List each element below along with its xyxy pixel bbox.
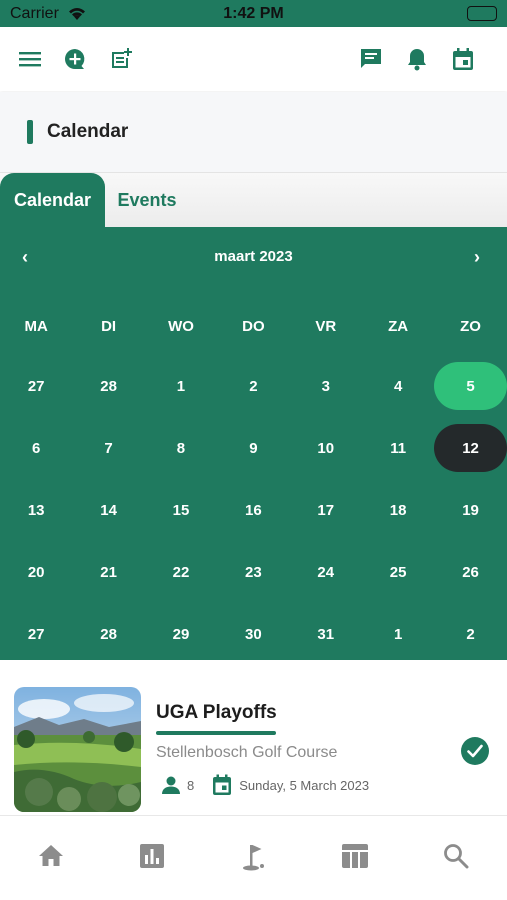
calendar-day[interactable]: 7	[72, 417, 144, 479]
bell-icon[interactable]	[405, 47, 429, 71]
calendar-week: 13 14 15 16 17 18 19	[0, 479, 507, 541]
calendar-week: 20 21 22 23 24 25 26	[0, 541, 507, 603]
calendar-grid: 27 28 1 2 3 4 5 6 7 8 9 10 11 12 13 14 1…	[0, 355, 507, 665]
person-icon	[161, 776, 181, 794]
calendar-day[interactable]: 25	[362, 541, 434, 603]
tab-bar: Calendar Events	[0, 172, 507, 228]
tab-events[interactable]: Events	[108, 173, 186, 228]
status-bar: Carrier 1:42 PM	[0, 0, 507, 27]
weekday-label: DI	[101, 318, 117, 335]
event-title: UGA Playoffs	[156, 702, 277, 723]
weekday-header: MA DI WO DO VR ZA ZO	[0, 318, 507, 335]
calendar-day[interactable]: 14	[72, 479, 144, 541]
calendar-day[interactable]: 28	[72, 355, 144, 417]
stats-icon	[139, 843, 165, 874]
event-date: Sunday, 5 March 2023	[239, 777, 370, 793]
event-meta: 8 Sunday, 5 March 2023	[161, 774, 369, 796]
battery-icon	[467, 6, 497, 21]
next-month-button[interactable]: ›	[474, 247, 480, 268]
calendar-day[interactable]: 30	[217, 603, 289, 665]
home-icon	[38, 843, 64, 872]
participant-count: 8	[187, 777, 195, 793]
calendar-day[interactable]: 2	[434, 603, 506, 665]
calendar-day[interactable]: 1	[362, 603, 434, 665]
calendar-day[interactable]: 9	[217, 417, 289, 479]
weekday-label: MA	[24, 318, 48, 335]
page-header: Calendar	[0, 92, 507, 172]
golf-course-image	[14, 687, 141, 812]
calendar-day[interactable]: 29	[145, 603, 217, 665]
calendar-day[interactable]: 15	[145, 479, 217, 541]
nav-home[interactable]	[0, 816, 101, 900]
calendar-week: 27 28 1 2 3 4 5	[0, 355, 507, 417]
calendar-day[interactable]: 21	[72, 541, 144, 603]
weekday-label: ZA	[388, 318, 409, 335]
event-card[interactable]: UGA Playoffs Stellenbosch Golf Course 8 …	[0, 660, 507, 815]
calendar-day[interactable]: 27	[0, 603, 72, 665]
search-icon	[443, 843, 469, 874]
weekday-label: ZO	[460, 318, 481, 335]
calendar-day-selected[interactable]: 12	[434, 417, 507, 479]
add-note-icon[interactable]	[109, 47, 133, 71]
weekday-label: DO	[242, 318, 265, 335]
calendar-day[interactable]: 19	[434, 479, 506, 541]
event-date-icon	[212, 774, 232, 796]
nav-golf[interactable]	[203, 816, 304, 900]
table-icon	[341, 843, 369, 874]
calendar-nav: ‹ maart 2023 ›	[0, 227, 507, 287]
calendar-day[interactable]: 8	[145, 417, 217, 479]
calendar-day[interactable]: 11	[362, 417, 434, 479]
calendar-day[interactable]: 2	[217, 355, 289, 417]
menu-icon[interactable]	[18, 47, 42, 71]
calendar-day[interactable]: 6	[0, 417, 72, 479]
calendar-day[interactable]: 31	[290, 603, 362, 665]
calendar-day[interactable]: 1	[145, 355, 217, 417]
add-chat-icon[interactable]	[63, 47, 87, 71]
weekday-label: VR	[315, 318, 337, 335]
calendar-icon[interactable]	[451, 47, 475, 71]
calendar-day[interactable]: 18	[362, 479, 434, 541]
check-circle-icon	[461, 737, 489, 765]
calendar-day[interactable]: 28	[72, 603, 144, 665]
calendar-day[interactable]: 4	[362, 355, 434, 417]
calendar-day[interactable]: 16	[217, 479, 289, 541]
calendar-day[interactable]: 13	[0, 479, 72, 541]
message-icon[interactable]	[359, 47, 383, 71]
page-title: Calendar	[47, 121, 129, 142]
clock: 1:42 PM	[223, 5, 284, 22]
event-title-underline	[156, 731, 276, 735]
nav-stats[interactable]	[101, 816, 202, 900]
top-toolbar	[0, 27, 507, 91]
calendar-day[interactable]: 26	[434, 541, 506, 603]
tab-calendar[interactable]: Calendar	[0, 173, 105, 228]
weekday-label: WO	[168, 318, 194, 335]
golf-icon	[241, 843, 267, 876]
calendar-day[interactable]: 24	[290, 541, 362, 603]
calendar-day[interactable]: 10	[290, 417, 362, 479]
bottom-navigation	[0, 815, 507, 900]
calendar-day[interactable]: 27	[0, 355, 72, 417]
month-label: maart 2023	[214, 248, 293, 265]
nav-table[interactable]	[304, 816, 405, 900]
calendar-day[interactable]: 22	[145, 541, 217, 603]
title-accent-bar	[27, 120, 33, 144]
calendar-day[interactable]: 3	[290, 355, 362, 417]
calendar-day-today[interactable]: 5	[434, 355, 507, 417]
calendar-week: 6 7 8 9 10 11 12	[0, 417, 507, 479]
event-venue: Stellenbosch Golf Course	[156, 744, 338, 761]
calendar-day[interactable]: 17	[290, 479, 362, 541]
month-calendar: ‹ maart 2023 › MA DI WO DO VR ZA ZO 27 2…	[0, 227, 507, 660]
nav-search[interactable]	[406, 816, 507, 900]
calendar-week: 27 28 29 30 31 1 2	[0, 603, 507, 665]
calendar-day[interactable]: 20	[0, 541, 72, 603]
calendar-day[interactable]: 23	[217, 541, 289, 603]
